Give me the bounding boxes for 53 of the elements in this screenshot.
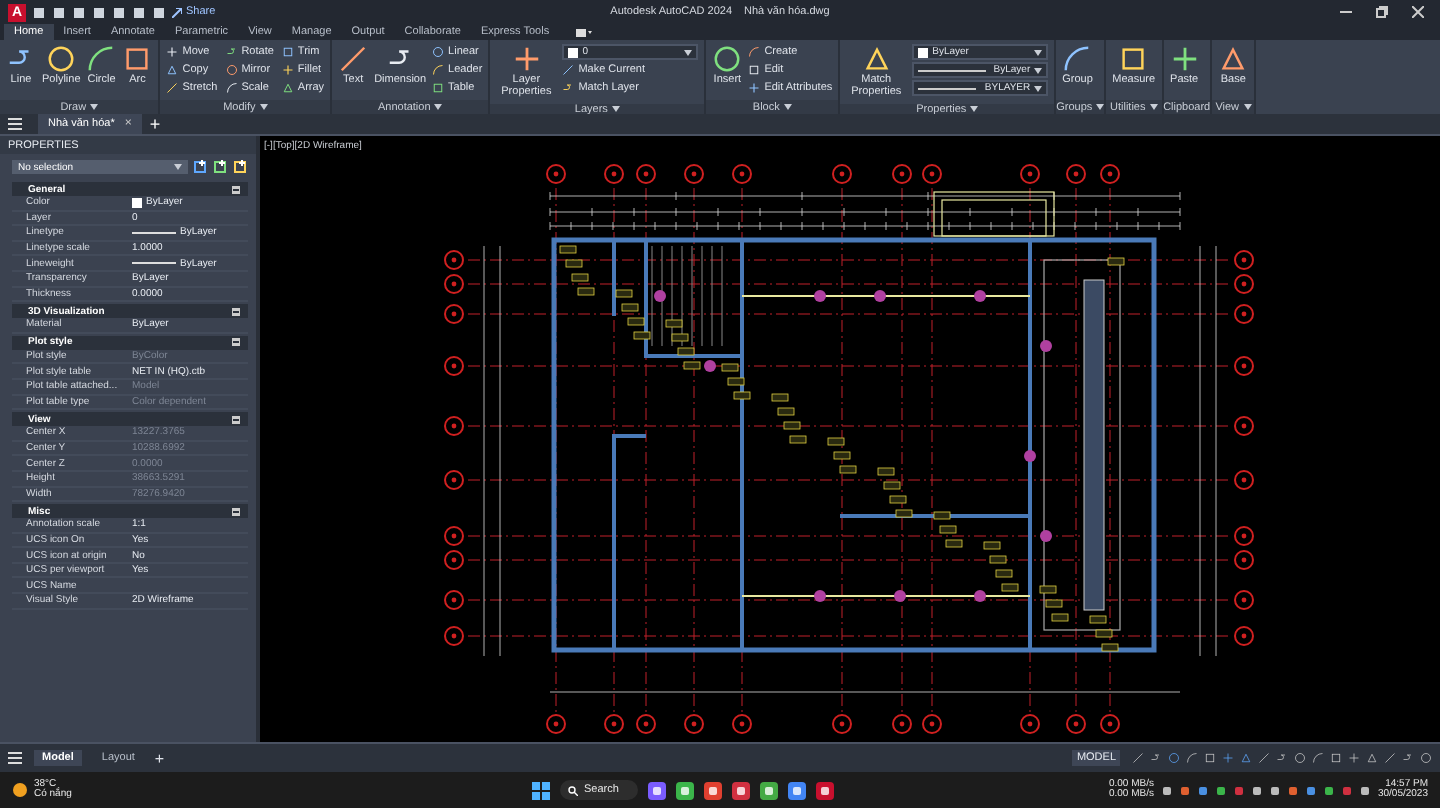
caret-icon[interactable]	[1034, 49, 1043, 55]
share-icon	[172, 7, 182, 17]
tool-icon	[281, 64, 294, 76]
tool-icon	[86, 44, 117, 74]
status-toggle-icon[interactable]	[1222, 752, 1234, 764]
toolbar-icon[interactable]	[234, 160, 248, 174]
new-layout-button[interactable]: +	[154, 749, 165, 767]
menu-icon[interactable]	[8, 118, 22, 130]
caret-icon[interactable]	[90, 104, 99, 110]
sun-icon	[12, 782, 28, 798]
tool-icon	[46, 44, 77, 74]
collapse-icon[interactable]	[232, 338, 240, 347]
menu-icon[interactable]	[8, 752, 22, 764]
caret-icon[interactable]	[1149, 104, 1158, 110]
tool-icon	[712, 44, 743, 74]
restore-icon[interactable]	[1376, 6, 1388, 18]
windows-logo-icon[interactable]	[532, 781, 550, 799]
toolbar-icon[interactable]	[194, 160, 208, 174]
caret-icon[interactable]	[259, 104, 268, 110]
caret-icon[interactable]	[1243, 104, 1252, 110]
collapse-icon[interactable]	[232, 307, 240, 316]
tool-icon	[1062, 44, 1093, 74]
collapse-icon[interactable]	[232, 415, 240, 424]
caret-icon[interactable]	[684, 49, 693, 55]
swatch-icon	[568, 47, 579, 57]
caret-icon[interactable]	[783, 104, 792, 110]
caret-icon[interactable]	[1034, 85, 1043, 91]
search-icon	[568, 785, 578, 795]
toolbar-icon[interactable]	[214, 160, 228, 174]
tool-icon	[748, 82, 761, 94]
workspace-icon[interactable]	[575, 27, 592, 37]
tool-icon	[338, 44, 369, 74]
tool-icon	[166, 46, 179, 58]
tool-icon	[1118, 44, 1149, 74]
minimize-icon[interactable]	[1340, 6, 1352, 18]
caret-icon[interactable]	[1096, 104, 1105, 110]
collapse-icon[interactable]	[232, 185, 240, 193]
color-swatch-icon	[132, 197, 142, 208]
tool-icon	[1169, 44, 1200, 74]
close-icon[interactable]	[1412, 6, 1424, 18]
caret-icon[interactable]	[434, 104, 443, 110]
new-tab-button[interactable]: +	[149, 114, 161, 134]
swatch-icon	[918, 47, 929, 57]
tool-icon	[281, 46, 294, 58]
caret-icon[interactable]	[174, 164, 182, 170]
tool-icon	[1218, 44, 1249, 74]
tool-icon	[861, 44, 892, 74]
collapse-icon[interactable]	[232, 507, 240, 516]
tool-icon	[281, 82, 294, 94]
status-toggle-icon[interactable]	[1348, 752, 1360, 764]
caret-icon[interactable]	[1034, 67, 1043, 73]
tool-icon	[122, 44, 153, 74]
tool-icon	[511, 44, 542, 74]
